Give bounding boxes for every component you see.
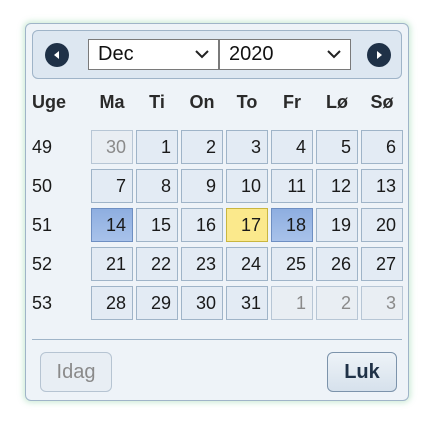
next-month-button[interactable] — [367, 43, 391, 67]
weekday-header-thu: To — [236, 92, 258, 112]
day-cell[interactable]: 5 — [316, 130, 358, 164]
close-button[interactable]: Luk — [327, 352, 397, 392]
month-select[interactable]: Dec — [88, 39, 219, 70]
day-cell[interactable]: 6 — [361, 130, 403, 164]
day-cell[interactable]: 28 — [91, 286, 133, 320]
calendar-header: Dec 2020 — [32, 30, 402, 79]
weekday-header-fri: Fr — [283, 92, 301, 112]
prev-month-button[interactable] — [45, 43, 69, 67]
day-cell[interactable]: 2 — [316, 286, 358, 320]
day-cell[interactable]: 11 — [271, 169, 313, 203]
day-cell[interactable]: 23 — [181, 247, 223, 281]
day-cell-today[interactable]: 17 — [226, 208, 268, 242]
day-cell-selected[interactable]: 18 — [271, 208, 313, 242]
day-cell[interactable]: 25 — [271, 247, 313, 281]
day-cell[interactable]: 16 — [181, 208, 223, 242]
day-cell[interactable]: 3 — [361, 286, 403, 320]
day-cell[interactable]: 1 — [136, 130, 178, 164]
weekday-header-wed: On — [189, 92, 215, 112]
day-cell[interactable]: 29 — [136, 286, 178, 320]
day-cell[interactable]: 4 — [271, 130, 313, 164]
month-select-value: Dec — [98, 43, 134, 65]
chevron-right-icon — [377, 51, 382, 59]
day-cell[interactable]: 30 — [181, 286, 223, 320]
day-cell[interactable]: 3 — [226, 130, 268, 164]
day-cell[interactable]: 8 — [136, 169, 178, 203]
day-cell[interactable]: 9 — [181, 169, 223, 203]
day-cell[interactable]: 19 — [316, 208, 358, 242]
year-select[interactable]: 2020 — [219, 39, 351, 70]
chevron-down-icon — [195, 50, 209, 59]
weekday-header-sun: Sø — [370, 92, 394, 112]
day-cell[interactable]: 13 — [361, 169, 403, 203]
week-number: 50 — [32, 176, 53, 196]
day-cell[interactable]: 30 — [91, 130, 133, 164]
week-number: 53 — [32, 293, 53, 313]
chevron-left-icon — [54, 51, 59, 59]
weekday-header-mon: Ma — [99, 92, 125, 112]
day-cell[interactable]: 20 — [361, 208, 403, 242]
day-cell[interactable]: 2 — [181, 130, 223, 164]
day-cell[interactable]: 10 — [226, 169, 268, 203]
day-cell[interactable]: 26 — [316, 247, 358, 281]
day-cell[interactable]: 24 — [226, 247, 268, 281]
week-column-header: Uge — [32, 92, 67, 112]
week-number: 49 — [32, 137, 53, 157]
weekday-header-tue: Ti — [149, 92, 165, 112]
day-cell[interactable]: 15 — [136, 208, 178, 242]
year-select-value: 2020 — [229, 43, 274, 65]
week-number: 52 — [32, 254, 53, 274]
day-cell[interactable]: 1 — [271, 286, 313, 320]
day-cell[interactable]: 22 — [136, 247, 178, 281]
week-number: 51 — [32, 215, 53, 235]
date-picker: Dec 2020 Uge Ma Ti On To Fr Lø Sø 49 30 … — [25, 23, 409, 401]
chevron-down-icon — [327, 50, 341, 59]
footer-divider — [32, 339, 402, 340]
day-cell[interactable]: 21 — [91, 247, 133, 281]
day-cell-selected[interactable]: 14 — [91, 208, 133, 242]
day-cell[interactable]: 31 — [226, 286, 268, 320]
day-cell[interactable]: 12 — [316, 169, 358, 203]
weekday-header-sat: Lø — [326, 92, 348, 112]
day-cell[interactable]: 27 — [361, 247, 403, 281]
day-cell[interactable]: 7 — [91, 169, 133, 203]
today-button[interactable]: Idag — [40, 352, 112, 392]
